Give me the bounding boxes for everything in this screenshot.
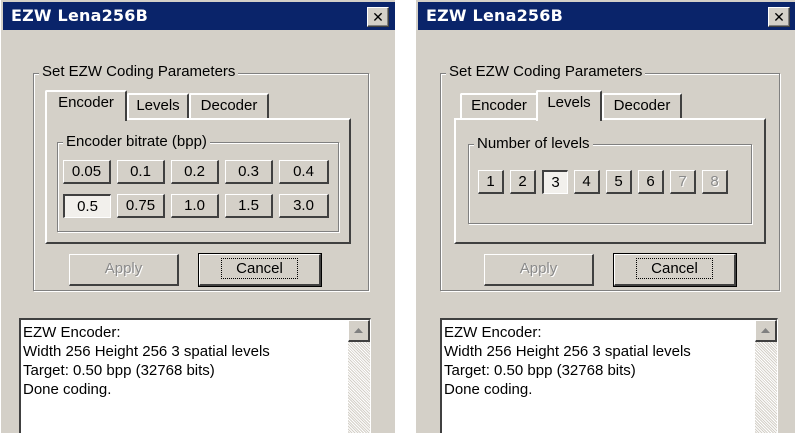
tab-levels[interactable]: Levels [536, 90, 602, 121]
bitrate-button[interactable]: 1.5 [225, 194, 273, 218]
close-button[interactable]: ✕ [367, 7, 389, 27]
tab-levels[interactable]: Levels [127, 93, 189, 119]
arrow-up-icon [761, 328, 770, 333]
apply-button[interactable]: Apply [484, 254, 594, 286]
log-line: Target: 0.50 bpp (32768 bits) [444, 362, 636, 379]
bitrate-group [57, 142, 339, 232]
tab-encoder[interactable]: Encoder [460, 93, 538, 119]
tab-decoder[interactable]: Decoder [602, 93, 682, 119]
bitrate-button[interactable]: 3.0 [279, 194, 329, 218]
level-button[interactable]: 5 [606, 170, 632, 194]
log-line: EZW Encoder: [23, 324, 121, 341]
scroll-up-button[interactable] [348, 320, 370, 342]
arrow-up-icon [354, 328, 363, 333]
bitrate-button[interactable]: 0.75 [117, 194, 165, 218]
bitrate-button-selected[interactable]: 0.5 [63, 194, 111, 218]
bitrate-button[interactable]: 0.1 [117, 160, 165, 184]
window-title: EZW Lena256B [426, 6, 563, 25]
log-line: Width 256 Height 256 3 spatial levels [444, 343, 691, 360]
encoder-tab-panel: Encoder bitrate (bpp) 0.05 0.1 0.2 0.3 0… [45, 118, 351, 244]
cancel-button[interactable]: Cancel [613, 253, 737, 287]
log-line: Width 256 Height 256 3 spatial levels [23, 343, 270, 360]
vertical-scrollbar[interactable] [348, 320, 370, 433]
bitrate-group-label: Encoder bitrate (bpp) [63, 133, 210, 151]
level-button-disabled[interactable]: 8 [702, 170, 728, 194]
vertical-scrollbar[interactable] [755, 320, 777, 433]
level-button-disabled[interactable]: 7 [670, 170, 696, 194]
cancel-button-label: Cancel [221, 258, 298, 279]
tab-encoder[interactable]: Encoder [45, 90, 127, 121]
level-button[interactable]: 1 [478, 170, 504, 194]
title-bar[interactable]: EZW Lena256B ✕ [3, 2, 395, 30]
level-button[interactable]: 4 [574, 170, 600, 194]
window-title: EZW Lena256B [11, 6, 148, 25]
level-button[interactable]: 6 [638, 170, 664, 194]
log-output[interactable]: EZW Encoder: Width 256 Height 256 3 spat… [19, 318, 371, 433]
group-label: Set EZW Coding Parameters [446, 63, 646, 81]
bitrate-button[interactable]: 0.05 [63, 160, 111, 184]
dialog-window-levels: EZW Lena256B ✕ Set EZW Coding Parameters… [415, 0, 795, 433]
dialog-window-encoder: EZW Lena256B ✕ Set EZW Coding Parameters… [0, 0, 395, 433]
bitrate-button[interactable]: 0.3 [225, 160, 273, 184]
log-output[interactable]: EZW Encoder: Width 256 Height 256 3 spat… [440, 318, 778, 433]
cancel-button[interactable]: Cancel [198, 253, 322, 287]
scroll-up-button[interactable] [755, 320, 777, 342]
levels-tab-panel: Number of levels 1 2 3 4 5 6 7 8 [454, 118, 766, 244]
log-line: EZW Encoder: [444, 324, 542, 341]
bitrate-button[interactable]: 1.0 [171, 194, 219, 218]
level-button[interactable]: 2 [510, 170, 536, 194]
levels-group-label: Number of levels [474, 135, 593, 153]
close-button[interactable]: ✕ [768, 7, 790, 27]
log-line: Done coding. [23, 381, 112, 398]
title-bar[interactable]: EZW Lena256B ✕ [418, 2, 795, 30]
close-icon: ✕ [773, 9, 785, 25]
log-line: Target: 0.50 bpp (32768 bits) [23, 362, 215, 379]
cancel-button-label: Cancel [636, 258, 713, 279]
log-line: Done coding. [444, 381, 533, 398]
group-label: Set EZW Coding Parameters [39, 63, 239, 81]
log-lines: EZW Encoder: Width 256 Height 256 3 spat… [23, 323, 270, 399]
tab-decoder[interactable]: Decoder [189, 93, 269, 119]
level-button-selected[interactable]: 3 [542, 170, 568, 194]
apply-button[interactable]: Apply [69, 254, 179, 286]
close-icon: ✕ [372, 9, 384, 25]
log-lines: EZW Encoder: Width 256 Height 256 3 spat… [444, 323, 691, 399]
bitrate-button[interactable]: 0.2 [171, 160, 219, 184]
bitrate-button[interactable]: 0.4 [279, 160, 329, 184]
